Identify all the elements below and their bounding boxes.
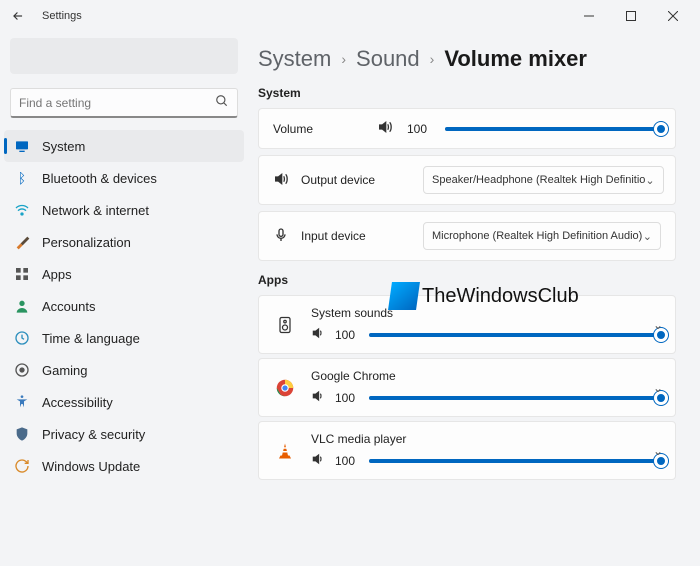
search-box[interactable] [10,88,238,118]
sidebar-item-label: Accounts [42,299,95,314]
brush-icon [14,234,30,250]
chevron-right-icon: › [341,51,346,67]
sidebar-item-label: Windows Update [42,459,140,474]
sidebar-item-label: Privacy & security [42,427,145,442]
app-name: Google Chrome [311,369,661,383]
speaker-icon [273,171,289,190]
breadcrumb-current: Volume mixer [444,46,587,72]
sidebar-item-apps[interactable]: Apps [4,258,244,290]
chevron-down-icon: ⌄ [645,174,654,187]
app-body: System ᛒ Bluetooth & devices Network & i… [0,32,700,566]
app-row-chrome[interactable]: Google Chrome 100 ⌄ [258,358,676,417]
chevron-down-icon: ⌄ [643,230,652,243]
card-volume: Volume 100 [258,108,676,149]
input-device-select[interactable]: Microphone (Realtek High Definition Audi… [423,222,661,250]
sidebar-item-time[interactable]: Time & language [4,322,244,354]
volume-value: 100 [407,122,431,136]
update-icon [14,458,30,474]
sidebar-item-privacy[interactable]: Privacy & security [4,418,244,450]
accessibility-icon [14,394,30,410]
speaker-icon[interactable] [311,389,325,406]
sidebar-item-network[interactable]: Network & internet [4,194,244,226]
breadcrumb-sound[interactable]: Sound [356,46,420,72]
close-button[interactable] [652,3,694,29]
sidebar-item-label: Accessibility [42,395,113,410]
app-volume-slider[interactable] [369,333,661,337]
search-input[interactable] [19,96,215,110]
output-device-select[interactable]: Speaker/Headphone (Realtek High Definiti… [423,166,664,194]
input-device-value: Microphone (Realtek High Definition Audi… [432,230,642,242]
chevron-down-icon[interactable]: ⌄ [653,381,663,395]
sidebar-item-label: Gaming [42,363,88,378]
clock-icon [14,330,30,346]
titlebar: Settings [0,0,700,32]
chevron-down-icon[interactable]: ⌄ [653,444,663,458]
main-content: System › Sound › Volume mixer System Vol… [248,32,700,566]
gaming-icon [14,362,30,378]
section-system-heading: System [258,86,676,100]
sidebar-item-system[interactable]: System [4,130,244,162]
maximize-button[interactable] [610,3,652,29]
microphone-icon [273,227,289,246]
profile-block[interactable] [10,38,238,74]
output-device-value: Speaker/Headphone (Realtek High Definiti… [432,174,645,186]
sidebar-item-update[interactable]: Windows Update [4,450,244,482]
app-name: VLC media player [311,432,661,446]
chevron-right-icon: › [430,51,435,67]
section-apps-heading: Apps [258,273,676,287]
app-volume-value: 100 [335,454,359,468]
app-volume-slider[interactable] [369,396,661,400]
sidebar-item-label: Bluetooth & devices [42,171,157,186]
accounts-icon [14,298,30,314]
wifi-icon [14,202,30,218]
speaker-icon[interactable] [377,119,393,138]
volume-slider[interactable] [445,127,661,131]
volume-label: Volume [273,122,363,136]
bluetooth-icon: ᛒ [14,170,30,186]
app-volume-slider[interactable] [369,459,661,463]
app-row-system-sounds[interactable]: System sounds 100 ⌄ [258,295,676,354]
app-name: System sounds [311,306,661,320]
sidebar-item-personalization[interactable]: Personalization [4,226,244,258]
sidebar-item-label: Apps [42,267,72,282]
sidebar-item-label: System [42,139,85,154]
shield-icon [14,426,30,442]
system-sounds-icon [273,315,297,335]
breadcrumb-system[interactable]: System [258,46,331,72]
vlc-icon [273,442,297,460]
sidebar-item-label: Personalization [42,235,131,250]
speaker-icon[interactable] [311,452,325,469]
minimize-button[interactable] [568,3,610,29]
display-icon [14,138,30,154]
chrome-icon [273,379,297,397]
breadcrumb: System › Sound › Volume mixer [258,46,676,72]
sidebar-item-gaming[interactable]: Gaming [4,354,244,386]
app-row-vlc[interactable]: VLC media player 100 ⌄ [258,421,676,480]
search-icon [215,94,229,111]
speaker-icon[interactable] [311,326,325,343]
input-device-label: Input device [301,229,411,243]
chevron-down-icon[interactable]: ⌄ [653,318,663,332]
app-volume-value: 100 [335,391,359,405]
sidebar: System ᛒ Bluetooth & devices Network & i… [0,32,248,566]
window-title: Settings [42,10,82,22]
apps-icon [14,266,30,282]
card-output-device: Output device Speaker/Headphone (Realtek… [258,155,676,205]
sidebar-item-bluetooth[interactable]: ᛒ Bluetooth & devices [4,162,244,194]
app-volume-value: 100 [335,328,359,342]
card-input-device: Input device Microphone (Realtek High De… [258,211,676,261]
sidebar-item-accessibility[interactable]: Accessibility [4,386,244,418]
back-button[interactable] [6,4,30,28]
sidebar-item-label: Time & language [42,331,140,346]
output-device-label: Output device [301,173,411,187]
sidebar-item-accounts[interactable]: Accounts [4,290,244,322]
sidebar-item-label: Network & internet [42,203,149,218]
